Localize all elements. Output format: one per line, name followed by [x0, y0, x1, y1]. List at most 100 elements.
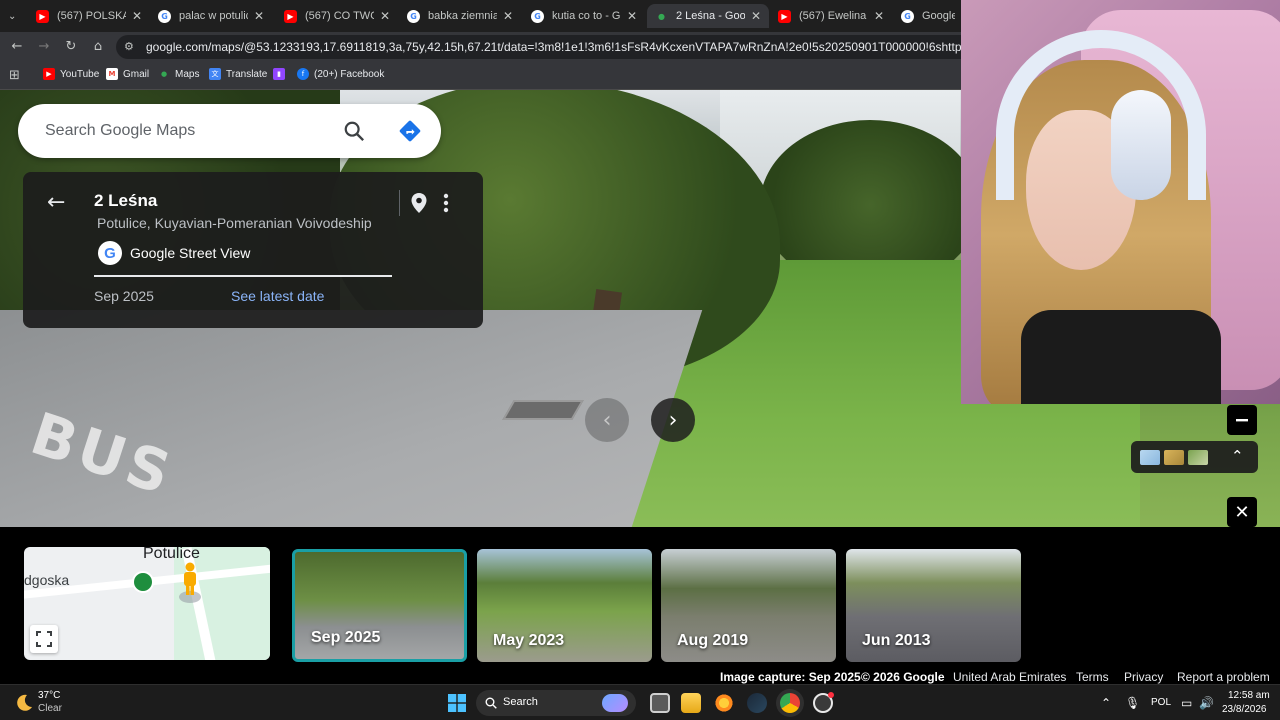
directions-icon[interactable] [399, 120, 421, 142]
maps-pin-icon: ● [658, 11, 665, 21]
site-info-icon[interactable]: ⚙ [124, 35, 134, 59]
apps-grid-icon[interactable]: ⊞ [9, 68, 20, 83]
bookmark-translate[interactable]: 文 Translate [209, 68, 267, 80]
privacy-link[interactable]: Privacy [1124, 670, 1163, 684]
steam-icon[interactable] [747, 693, 767, 713]
timeline-thumb-may-2023[interactable]: May 2023 [477, 549, 652, 662]
timeline-label: May 2023 [493, 632, 565, 649]
close-icon[interactable]: ✕ [751, 9, 761, 23]
back-arrow-icon[interactable]: ← [47, 190, 65, 215]
see-latest-date-link[interactable]: See latest date [231, 288, 324, 304]
timeline-thumb-sep-2025[interactable]: Sep 2025 [292, 549, 467, 662]
tab-youtube-co-twoje[interactable]: ▶ (567) CO TWOJE ✕ [276, 4, 398, 28]
home-icon[interactable]: ⌂ [88, 37, 108, 57]
bookmark-label: Maps [175, 68, 200, 80]
task-view-icon[interactable] [650, 693, 670, 713]
layer-thumb-icon[interactable] [1188, 450, 1208, 465]
search-icon[interactable] [343, 120, 365, 142]
close-icon[interactable]: ✕ [874, 9, 884, 23]
google-icon: G [407, 9, 420, 23]
zoom-out-button[interactable] [1227, 405, 1257, 435]
image-capture-label: Image capture: Sep 2025 [720, 670, 861, 684]
chevron-up-icon[interactable]: ⌃ [1101, 696, 1111, 710]
bookmark-maps[interactable]: ● Maps [158, 68, 200, 80]
location-pin-icon[interactable] [410, 192, 428, 214]
streamer-shirt [1021, 310, 1221, 404]
bookmark-gmail[interactable]: M Gmail [106, 68, 149, 80]
close-icon[interactable]: ✕ [380, 9, 390, 23]
app-icon[interactable] [714, 693, 734, 713]
network-icon[interactable]: ▭ [1181, 696, 1192, 710]
layer-thumb-icon[interactable] [1164, 450, 1184, 465]
gmail-icon: M [106, 68, 118, 80]
translate-icon: 文 [209, 68, 221, 80]
terms-link[interactable]: Terms [1076, 670, 1109, 684]
maps-footer: Image capture: Sep 2025 © 2026 Google Un… [700, 668, 1280, 684]
close-icon[interactable]: ✕ [254, 9, 264, 23]
next-arrow-button[interactable]: › [651, 398, 695, 442]
imagery-switcher[interactable]: ⌃ [1131, 441, 1258, 473]
fullscreen-icon [36, 631, 52, 647]
bookmark-twitch[interactable]: ▮ [273, 68, 290, 80]
tab-label: (567) POLSKA TO [57, 10, 126, 22]
microphone-icon[interactable]: 🎙 [1125, 696, 1140, 710]
language-indicator[interactable]: POL [1151, 697, 1171, 708]
volume-icon[interactable]: 🔊 [1199, 696, 1214, 710]
tab-label: kutia co to - Goo [552, 10, 621, 22]
close-street-view-button[interactable]: ✕ [1227, 497, 1257, 527]
copyright-label: © 2026 Google [861, 670, 945, 684]
back-icon[interactable]: ← [7, 37, 27, 57]
search-input[interactable]: Search Google Maps [45, 122, 195, 140]
expand-map-button[interactable] [30, 625, 58, 653]
search-icon [485, 697, 497, 709]
windows-start-icon[interactable] [448, 694, 466, 712]
tab-youtube-polska[interactable]: ▶ (567) POLSKA TO ✕ [28, 4, 150, 28]
youtube-icon: ▶ [43, 68, 55, 80]
chrome-icon[interactable] [780, 693, 800, 713]
tab-label: Google Ima [922, 10, 955, 22]
timeline-thumb-jun-2013[interactable]: Jun 2013 [846, 549, 1021, 662]
taskbar-search-label: Search [503, 696, 538, 708]
tab-kutia[interactable]: G kutia co to - Goo ✕ [523, 4, 645, 28]
bookmark-youtube[interactable]: ▶ YouTube [43, 68, 99, 80]
close-icon[interactable]: ✕ [503, 9, 513, 23]
search-highlight-icon [602, 694, 628, 712]
previous-arrow-button[interactable]: ‹ [585, 398, 629, 442]
expand-up-icon[interactable]: ⌃ [1231, 447, 1244, 465]
search-box[interactable]: Search Google Maps [18, 104, 441, 158]
place-title: 2 Leśna [94, 191, 158, 210]
poi-marker-icon[interactable] [132, 571, 154, 593]
clock-date[interactable]: 23/8/2026 [1222, 704, 1267, 715]
close-icon[interactable]: ✕ [132, 9, 142, 23]
mini-map[interactable]: Potulice dgoska [24, 547, 270, 660]
report-problem-link[interactable]: Report a problem [1177, 670, 1270, 684]
twitch-icon: ▮ [273, 68, 285, 80]
layer-thumb-icon[interactable] [1140, 450, 1160, 465]
moon-weather-icon[interactable] [14, 693, 34, 713]
tab-search-button[interactable]: ⌄ [2, 4, 28, 28]
divider-line [94, 275, 392, 277]
reload-icon[interactable]: ↻ [61, 37, 81, 57]
tab-google-images[interactable]: G Google Ima [893, 4, 963, 28]
youtube-icon: ▶ [778, 9, 791, 23]
bookmark-facebook[interactable]: f (20+) Facebook [297, 68, 384, 80]
address-bar[interactable]: ⚙ google.com/maps/@53.1233193,17.6911819… [116, 35, 1016, 59]
forward-icon[interactable]: → [34, 37, 54, 57]
more-options-icon[interactable] [441, 192, 451, 214]
pegman-icon[interactable] [178, 561, 202, 603]
google-icon: G [901, 9, 914, 23]
tab-babka[interactable]: G babka ziemniacza ✕ [399, 4, 521, 28]
notification-dot-icon [828, 692, 834, 698]
clock-time[interactable]: 12:58 am [1228, 690, 1270, 701]
tab-palac[interactable]: G palac w potulicac ✕ [150, 4, 272, 28]
file-explorer-icon[interactable] [681, 693, 701, 713]
taskbar-search[interactable]: Search [476, 690, 636, 716]
tab-youtube-ewelina[interactable]: ▶ (567) Ewelina Flin ✕ [770, 4, 892, 28]
google-icon: G [531, 9, 544, 23]
timeline-label: Aug 2019 [677, 632, 749, 649]
timeline-thumb-aug-2019[interactable]: Aug 2019 [661, 549, 836, 662]
tab-maps-lesna[interactable]: ● 2 Leśna - Google ✕ [647, 4, 769, 28]
close-icon[interactable]: ✕ [627, 9, 637, 23]
region-link[interactable]: United Arab Emirates [953, 670, 1066, 684]
place-info-card: ← 2 Leśna Potulice, Kuyavian-Pomeranian … [23, 172, 483, 328]
